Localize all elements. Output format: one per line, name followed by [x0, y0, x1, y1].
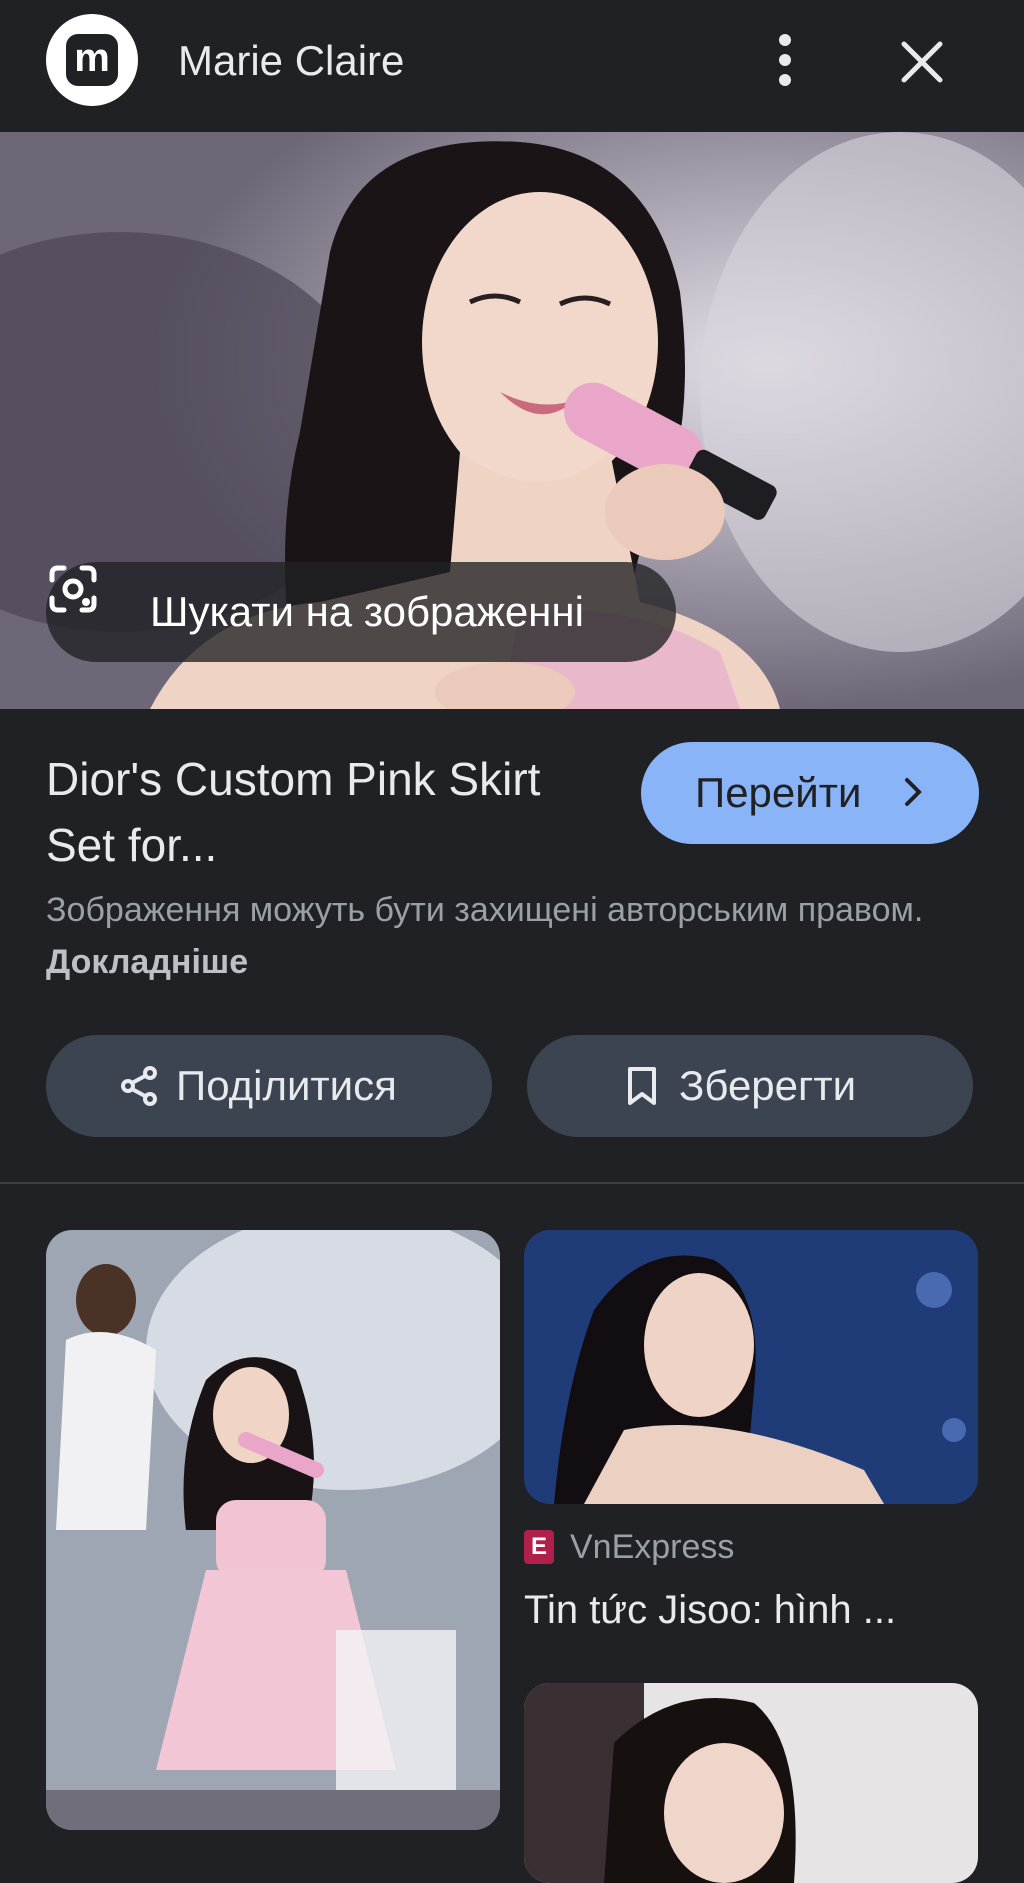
- related-image-card[interactable]: [524, 1683, 978, 1883]
- bookmark-icon: [628, 1067, 656, 1105]
- main-image[interactable]: Шукати на зображенні: [0, 132, 1024, 709]
- site-name: Marie Claire: [178, 37, 405, 84]
- google-lens-icon: [49, 565, 97, 613]
- copyright-notice: Зображення можуть бути захищені авторськ…: [46, 884, 966, 988]
- search-in-image-label: Шукати на зображенні: [150, 588, 584, 635]
- related-title[interactable]: Tin tức Jisoo: hình ...: [524, 1584, 978, 1636]
- search-in-image-chip[interactable]: Шукати на зображенні: [46, 562, 676, 662]
- visit-button[interactable]: Перейти: [641, 742, 979, 844]
- site-logo-letter: m: [66, 34, 118, 86]
- save-button[interactable]: Зберегти: [527, 1035, 973, 1137]
- share-button[interactable]: Поділитися: [46, 1035, 492, 1137]
- save-button-label: Зберегти: [679, 1062, 857, 1109]
- chevron-right-icon: [905, 778, 922, 806]
- share-icon: [121, 1066, 157, 1106]
- learn-more-link[interactable]: Докладніше: [46, 943, 248, 981]
- related-image-card[interactable]: [524, 1230, 978, 1504]
- copyright-text: Зображення можуть бути захищені авторськ…: [46, 891, 924, 929]
- more-options-button[interactable]: [760, 28, 810, 92]
- source-favicon: E: [524, 1530, 554, 1564]
- close-button[interactable]: [890, 30, 954, 94]
- site-logo[interactable]: m: [46, 14, 138, 106]
- section-divider: [0, 1182, 1024, 1184]
- close-icon: [901, 41, 943, 83]
- image-title: Dior's Custom Pink Skirt Set for...: [46, 753, 541, 871]
- related-image-card[interactable]: [46, 1230, 500, 1830]
- more-vert-icon: [779, 34, 791, 86]
- app-header: m Marie Claire: [0, 0, 1024, 132]
- share-button-label: Поділитися: [176, 1062, 397, 1109]
- visit-button-label: Перейти: [695, 769, 862, 816]
- related-image-thumbnail: [46, 1230, 500, 1830]
- source-name: VnExpress: [570, 1528, 735, 1566]
- related-image-thumbnail: [524, 1230, 978, 1504]
- related-image-thumbnail: [524, 1683, 978, 1883]
